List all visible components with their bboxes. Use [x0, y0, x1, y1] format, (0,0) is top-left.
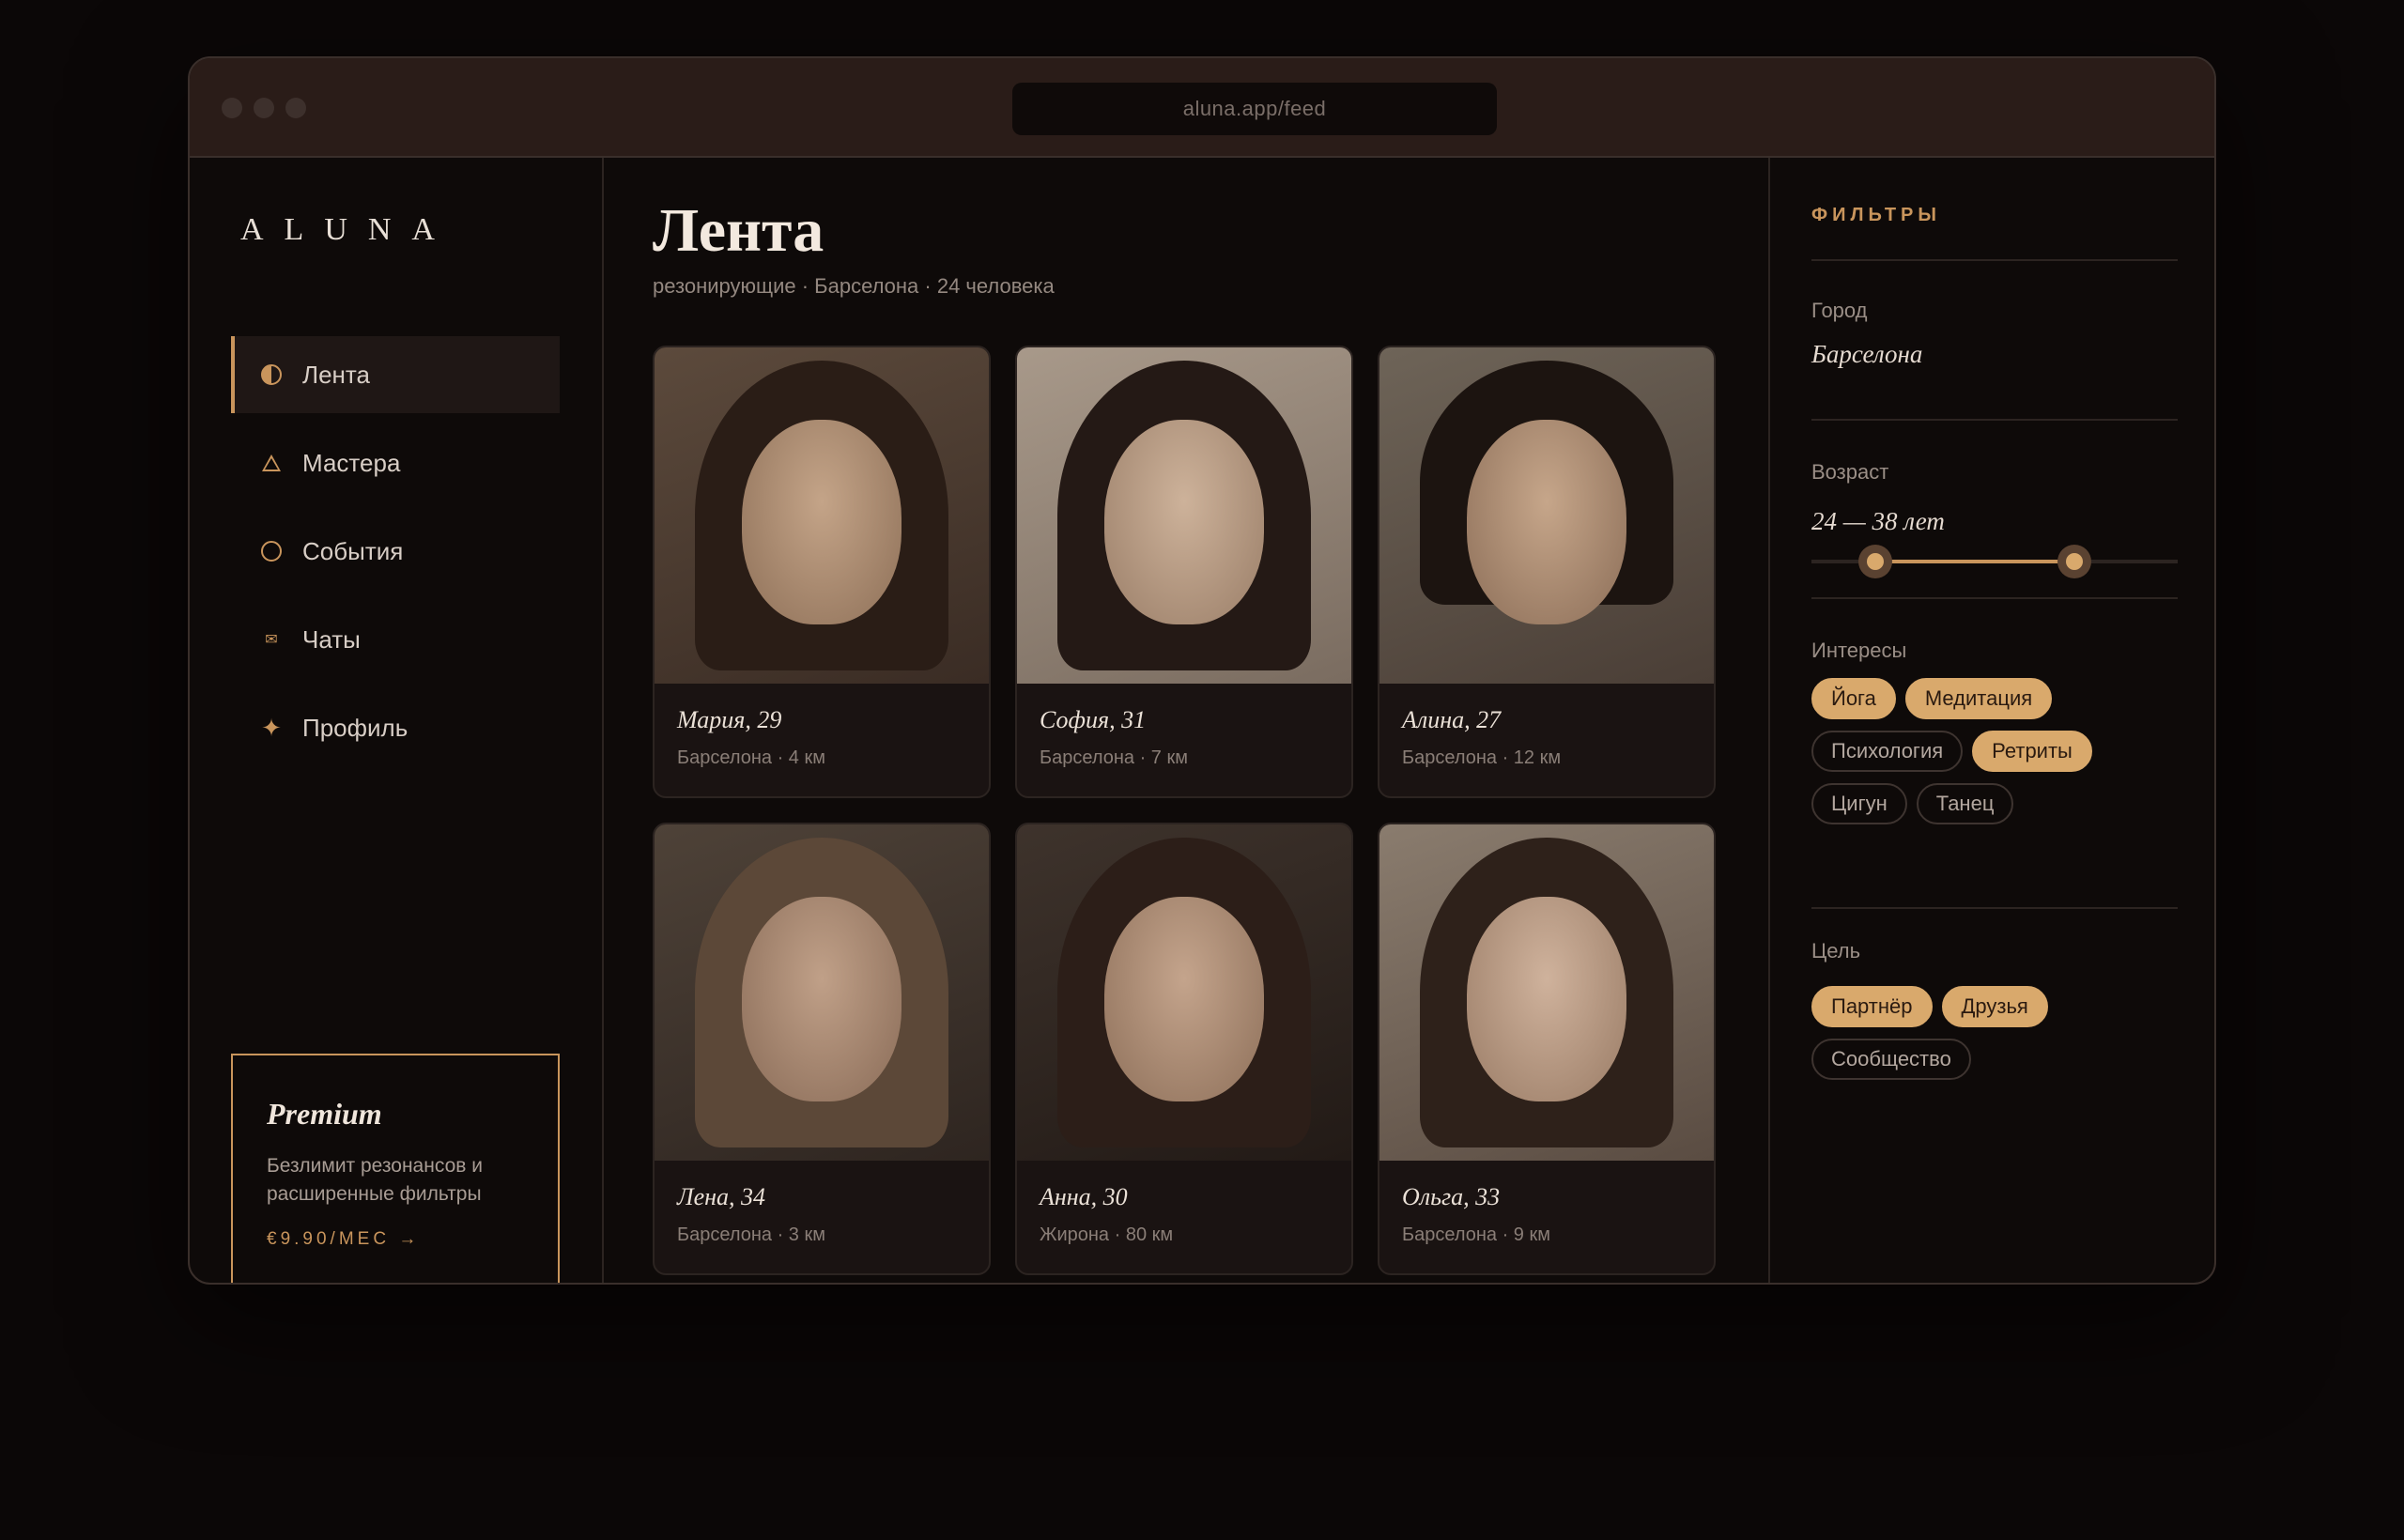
age-min-thumb[interactable]: [1858, 545, 1892, 578]
sidebar: ALUNA Лента Мастера События ✉ Чаты ✦ Про…: [190, 158, 604, 1283]
profile-location: Барселона · 3 км: [677, 1224, 825, 1245]
url-bar[interactable]: aluna.app/feed: [1012, 83, 1497, 135]
profile-card[interactable]: Мария, 29 Барселона · 4 км: [653, 346, 991, 798]
chip-partner[interactable]: Партнёр: [1811, 986, 1933, 1027]
profile-card[interactable]: Алина, 27 Барселона · 12 км: [1378, 346, 1716, 798]
profile-location: Барселона · 9 км: [1402, 1224, 1550, 1245]
aluna-logo[interactable]: ALUNA: [240, 212, 455, 248]
nav-item-label: Лента: [302, 360, 370, 389]
nav-item-events[interactable]: События: [231, 513, 560, 590]
nav-item-feed[interactable]: Лента: [231, 336, 560, 413]
city-label: Город: [1811, 299, 1868, 322]
premium-price-link[interactable]: €9.90/МЕС →: [267, 1229, 524, 1250]
profile-name: Алина, 27: [1402, 706, 1502, 733]
city-value[interactable]: Барселона: [1811, 340, 1922, 369]
nav-item-label: События: [302, 536, 404, 565]
profile-card[interactable]: София, 31 Барселона · 7 км: [1015, 346, 1353, 798]
profile-card[interactable]: Лена, 34 Барселона · 3 км: [653, 823, 991, 1275]
half-moon-icon: [259, 364, 284, 385]
envelope-icon: ✉: [265, 632, 278, 648]
goal-label: Цель: [1811, 939, 1861, 962]
browser-titlebar: aluna.app/feed: [190, 58, 2214, 158]
profile-photo: [1379, 347, 1714, 684]
profile-photo: [655, 824, 989, 1161]
interests-chips: Йога Медитация Психология Ретриты Цигун …: [1811, 678, 2187, 824]
maximize-window-dot[interactable]: [285, 98, 306, 118]
chip-qigong[interactable]: Цигун: [1811, 783, 1907, 824]
divider: [1811, 259, 2178, 261]
profile-name: София, 31: [1040, 706, 1147, 733]
profile-photo: [1017, 824, 1351, 1161]
chip-meditation[interactable]: Медитация: [1904, 678, 2053, 719]
nav-item-masters[interactable]: Мастера: [231, 424, 560, 501]
premium-title: Premium: [267, 1097, 382, 1131]
filters-panel: ФИЛЬТРЫ Город Барселона Возраст 24 — 38 …: [1768, 158, 2214, 1283]
nav-item-label: Профиль: [302, 713, 408, 742]
interests-label: Интересы: [1811, 639, 1907, 662]
chip-friends[interactable]: Друзья: [1941, 986, 2048, 1027]
minimize-window-dot[interactable]: [254, 98, 274, 118]
circle-icon: [259, 541, 284, 562]
age-max-thumb[interactable]: [2057, 545, 2091, 578]
chip-yoga[interactable]: Йога: [1811, 678, 1896, 719]
divider: [1811, 907, 2178, 909]
main-nav: Лента Мастера События ✉ Чаты ✦ Профиль: [231, 336, 560, 778]
profile-name: Мария, 29: [677, 706, 782, 733]
profile-photo: [1379, 824, 1714, 1161]
nav-item-chats[interactable]: ✉ Чаты: [231, 601, 560, 678]
chip-dance[interactable]: Танец: [1916, 783, 2014, 824]
profile-photo: [655, 347, 989, 684]
profile-location: Барселона · 12 км: [1402, 747, 1562, 768]
nav-item-label: Чаты: [302, 624, 361, 654]
divider: [1811, 419, 2178, 421]
divider: [1811, 597, 2178, 599]
profile-name: Ольга, 33: [1402, 1183, 1501, 1210]
profile-location: Жирона · 80 км: [1040, 1224, 1174, 1245]
nav-item-profile[interactable]: ✦ Профиль: [231, 689, 560, 766]
chip-retreats[interactable]: Ретриты: [1972, 731, 2092, 772]
triangle-icon: [259, 454, 284, 471]
close-window-dot[interactable]: [222, 98, 242, 118]
profile-card[interactable]: Ольга, 33 Барселона · 9 км: [1378, 823, 1716, 1275]
profile-grid: Мария, 29 Барселона · 4 км София, 31 Бар…: [653, 346, 1716, 1275]
page-subtitle: резонирующие · Барселона · 24 человека: [653, 274, 1055, 298]
age-label: Возраст: [1811, 460, 1889, 484]
premium-card[interactable]: Premium Безлимит резонансов и расширенны…: [231, 1054, 560, 1283]
filters-heading: ФИЛЬТРЫ: [1811, 205, 1941, 225]
profile-card[interactable]: Анна, 30 Жирона · 80 км: [1015, 823, 1353, 1275]
age-value: 24 — 38 лет: [1811, 507, 1945, 535]
app-window: aluna.app/feed ALUNA Лента Мастера Событ…: [188, 56, 2216, 1285]
age-range-fill: [1875, 560, 2074, 563]
sparkle-icon: ✦: [261, 713, 282, 742]
chip-community[interactable]: Сообщество: [1811, 1039, 1971, 1080]
profile-location: Барселона · 4 км: [677, 747, 825, 768]
chip-psychology[interactable]: Психология: [1811, 731, 1964, 772]
page-title: Лента: [653, 196, 824, 265]
feed-main: Лента резонирующие · Барселона · 24 чело…: [604, 158, 1768, 1283]
profile-photo: [1017, 347, 1351, 684]
goal-chips: Партнёр Друзья Сообщество: [1811, 986, 2187, 1080]
nav-item-label: Мастера: [302, 448, 401, 477]
profile-name: Анна, 30: [1040, 1183, 1128, 1210]
age-range-slider[interactable]: [1811, 545, 2178, 578]
premium-description: Безлимит резонансов и расширенные фильтр…: [267, 1155, 483, 1205]
profile-location: Барселона · 7 км: [1040, 747, 1188, 768]
profile-name: Лена, 34: [677, 1183, 766, 1210]
